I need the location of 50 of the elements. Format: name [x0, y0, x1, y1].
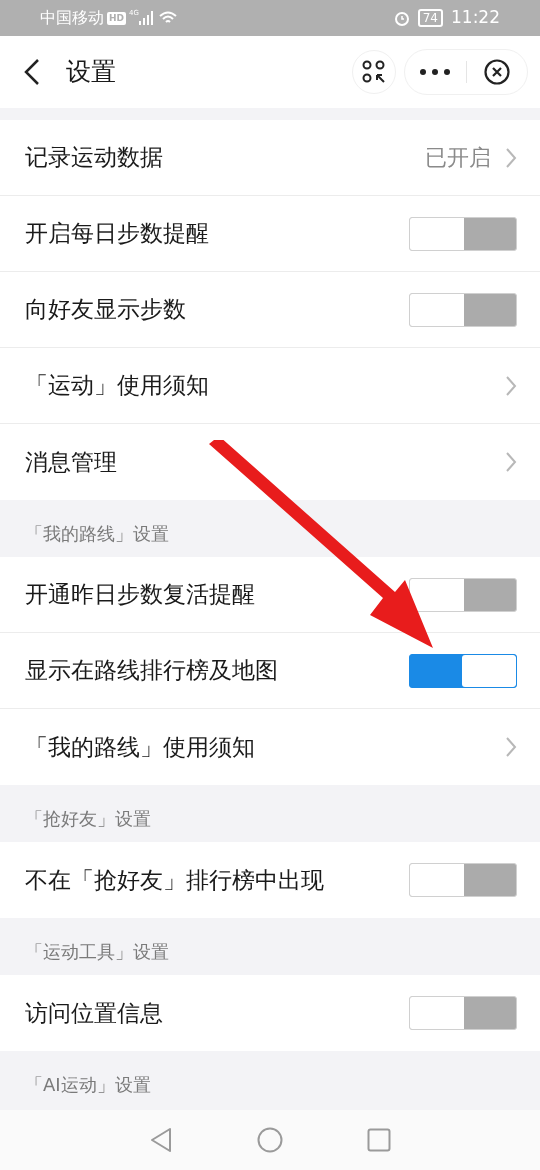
alarm-icon: [393, 10, 410, 26]
chevron-right-icon: [505, 374, 517, 397]
recents-square-icon[interactable]: [367, 1128, 391, 1152]
settings-row[interactable]: 开通昨日步数复活提醒: [0, 557, 540, 633]
four-circles-icon: [362, 60, 386, 84]
row-label: 向好友显示步数: [25, 295, 187, 325]
close-icon: [483, 59, 510, 85]
row-label: 记录运动数据: [25, 143, 164, 173]
home-circle-icon[interactable]: [257, 1127, 283, 1153]
row-label: 「运动」使用须知: [25, 371, 210, 401]
toggle-switch[interactable]: [409, 653, 517, 688]
settings-row[interactable]: 向好友显示步数: [0, 272, 540, 348]
clock-text: 11:22: [451, 6, 500, 30]
back-triangle-icon[interactable]: [149, 1127, 173, 1153]
section-header: 「运动工具」设置: [25, 940, 169, 964]
row-label: 「我的路线」使用须知: [25, 732, 256, 762]
page-title: 设置: [66, 56, 116, 89]
row-label: 显示在路线排行榜及地图: [25, 656, 279, 686]
row-value: 已开启: [425, 144, 491, 172]
settings-row[interactable]: 访问位置信息: [0, 975, 540, 1051]
settings-row[interactable]: 显示在路线排行榜及地图: [0, 633, 540, 709]
carrier-text: 中国移动: [40, 7, 104, 29]
settings-row[interactable]: 开启每日步数提醒: [0, 196, 540, 272]
settings-row[interactable]: 记录运动数据 已开启: [0, 120, 540, 196]
toggle-switch[interactable]: [409, 577, 517, 612]
back-icon[interactable]: [24, 58, 40, 86]
settings-row[interactable]: 消息管理: [0, 424, 540, 500]
section-header: 「AI运动」设置: [25, 1073, 151, 1097]
wifi-icon: [158, 11, 177, 25]
battery-indicator: 74: [417, 9, 443, 27]
chevron-right-icon: [505, 736, 517, 758]
section-header: 「抢好友」设置: [25, 807, 151, 831]
chevron-right-icon: [505, 451, 517, 473]
row-label: 访问位置信息: [25, 998, 164, 1028]
row-label: 消息管理: [25, 447, 118, 477]
row-label: 开通昨日步数复活提醒: [25, 580, 256, 610]
toggle-switch[interactable]: [409, 863, 517, 897]
toggle-switch[interactable]: [409, 216, 517, 251]
chevron-right-icon: [505, 146, 517, 169]
toggle-switch[interactable]: [409, 996, 517, 1030]
settings-row[interactable]: 不在「抢好友」排行榜中出现: [0, 842, 540, 918]
row-label: 开启每日步数提醒: [25, 219, 210, 249]
section-header: 「我的路线」设置: [25, 522, 169, 546]
row-label: 不在「抢好友」排行榜中出现: [25, 865, 325, 895]
settings-row[interactable]: 「我的路线」使用须知: [0, 709, 540, 785]
settings-row[interactable]: 「运动」使用须知: [0, 348, 540, 424]
more-icon: [420, 69, 451, 75]
signal-icon: [138, 11, 153, 25]
toggle-switch[interactable]: [409, 292, 517, 327]
hd-badge: HD: [107, 11, 126, 25]
